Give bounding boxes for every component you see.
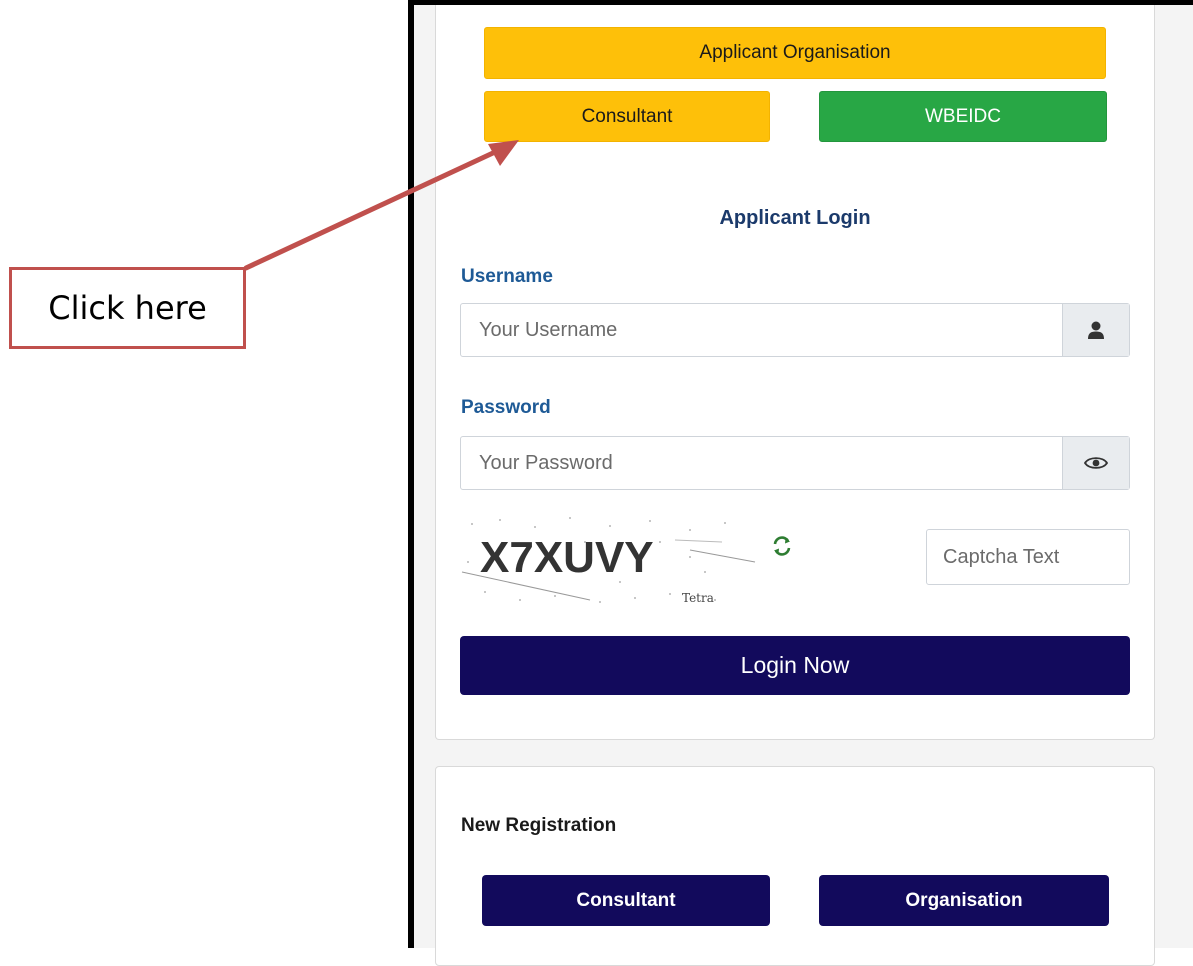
register-organisation-button[interactable]: Organisation — [819, 875, 1109, 926]
refresh-icon[interactable] — [769, 533, 795, 559]
login-now-button[interactable]: Login Now — [460, 636, 1130, 695]
captcha-text: X7XUVY — [480, 533, 654, 582]
register-consultant-button[interactable]: Consultant — [482, 875, 770, 926]
wbeidc-role-button[interactable]: WBEIDC — [819, 91, 1107, 142]
frame-border-left — [408, 0, 414, 948]
new-registration-title: New Registration — [461, 815, 617, 836]
consultant-role-button[interactable]: Consultant — [484, 91, 770, 142]
captcha-brand: Tetra — [682, 591, 714, 605]
captcha-input[interactable] — [927, 530, 1129, 584]
frame-border-top — [408, 0, 1193, 5]
username-label: Username — [461, 266, 553, 287]
username-input-group — [460, 303, 1130, 357]
password-input[interactable] — [461, 437, 1062, 489]
captcha-input-wrapper — [926, 529, 1130, 585]
click-here-callout: Click here — [9, 267, 246, 349]
password-label: Password — [461, 397, 551, 418]
applicant-organisation-button[interactable]: Applicant Organisation — [484, 27, 1106, 79]
eye-icon[interactable] — [1062, 437, 1129, 489]
user-icon — [1062, 304, 1129, 356]
captcha-image: X7XUVY Tetra — [460, 512, 760, 612]
username-input[interactable] — [461, 304, 1062, 356]
password-input-group — [460, 436, 1130, 490]
registration-panel — [435, 766, 1155, 966]
login-title: Applicant Login — [719, 207, 871, 229]
